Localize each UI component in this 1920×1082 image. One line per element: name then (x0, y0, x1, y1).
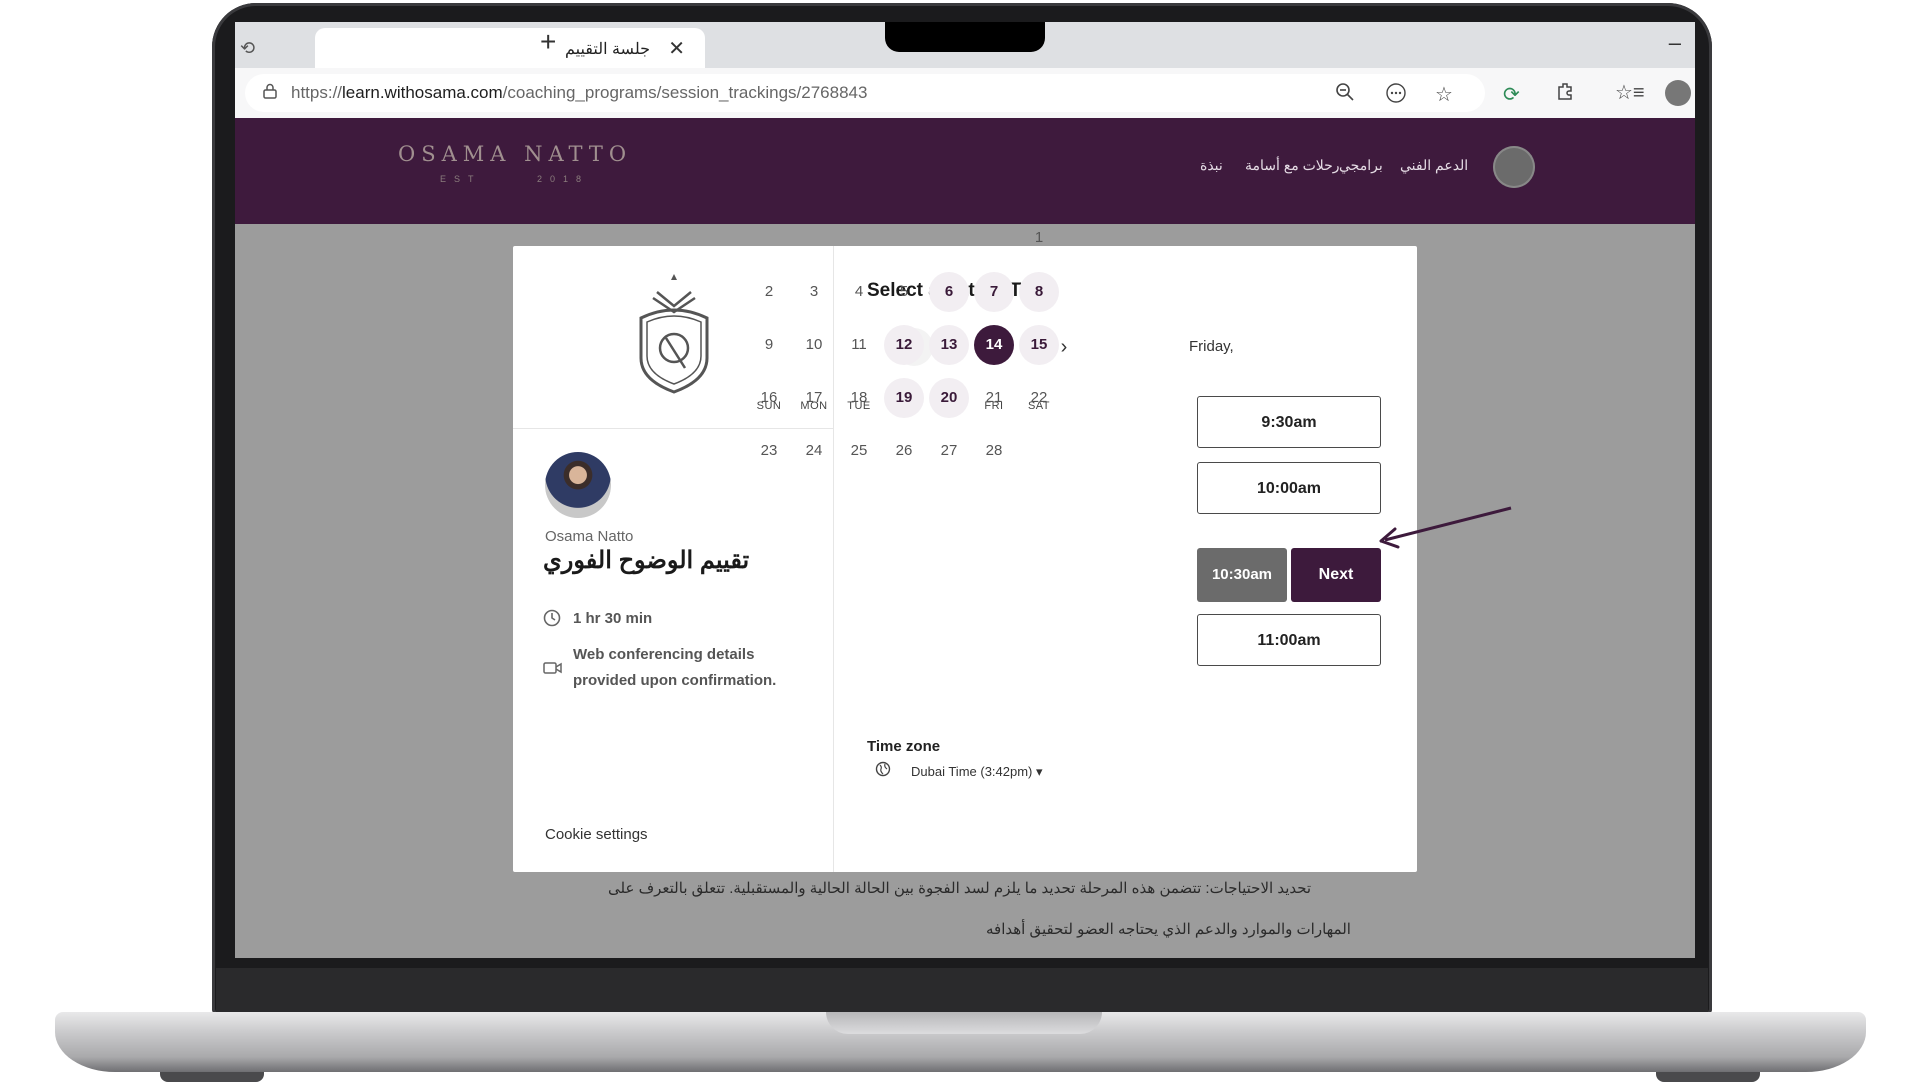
calendar-day-18: 18 (850, 389, 868, 406)
calendar-day-11: 11 (851, 336, 867, 353)
tab-close-icon[interactable]: ✕ (668, 36, 685, 61)
lock-icon[interactable] (263, 83, 277, 104)
url-path: /coaching_programs/session_trackings/276… (502, 83, 868, 102)
calendar-day-15[interactable]: 15 (1019, 325, 1059, 365)
calendar-day-25: 25 (850, 442, 868, 459)
time-slot-1000[interactable]: 10:00am (1197, 462, 1381, 514)
time-slot-1100[interactable]: 11:00am (1197, 614, 1381, 666)
background-text-line1: تحديد الاحتياجات: تتضمن هذه المرحلة تحدي… (608, 880, 1312, 897)
calendar-day-26: 26 (895, 442, 913, 459)
calendar-day-1: 1 (1034, 229, 1044, 246)
star-icon[interactable]: ☆ (1435, 82, 1453, 107)
event-duration: 1 hr 30 min (573, 610, 653, 627)
tab-title: جلسة التقييم (564, 41, 650, 58)
calendar-day-27: 27 (940, 442, 958, 459)
url-scheme: https:// (291, 83, 343, 102)
zoom-out-icon[interactable] (1335, 82, 1355, 108)
url-text: https://learn.withosama.com/coaching_pro… (291, 83, 867, 103)
calendar-day-9: 9 (764, 336, 774, 353)
site-header: OSAMA NATTO EST 2018 نبذة رحلات مع أسامة… (235, 118, 1695, 224)
nav-journeys[interactable]: رحلات مع أسامة (1245, 157, 1340, 174)
calendar-day-14[interactable]: 14 (974, 325, 1014, 365)
brand-logo[interactable]: OSAMA NATTO (398, 142, 632, 166)
url-host: learn.withosama.com (342, 83, 503, 102)
shield-logo-icon (639, 274, 709, 394)
selected-day-label: Friday, (1189, 338, 1234, 355)
calendar-day-28: 28 (985, 442, 1003, 459)
host-avatar (545, 452, 611, 518)
calendar-day-4: 4 (854, 283, 864, 300)
calendar-day-6[interactable]: 6 (929, 272, 969, 312)
profile-icon[interactable] (1665, 80, 1691, 106)
host-name: Osama Natto (545, 528, 634, 545)
background-text-line2: المهارات والموارد والدعم الذي يحتاجه الع… (986, 921, 1351, 938)
calendar-day-3: 3 (809, 283, 819, 300)
calendar-day-13[interactable]: 13 (929, 325, 969, 365)
next-button[interactable]: Next (1291, 548, 1381, 602)
event-title: تقييم الوضوح الفوري (543, 547, 750, 574)
calendar-day-20[interactable]: 20 (929, 378, 969, 418)
time-slot-930[interactable]: 9:30am (1197, 396, 1381, 448)
globe-icon (875, 761, 891, 782)
brand-est: EST (440, 174, 482, 184)
screen: ⟲ جلسة التقييم ✕ + – https://learn.witho… (235, 22, 1695, 958)
calendar-day-17: 17 (805, 389, 823, 406)
conferencing-line1: Web conferencing details (573, 646, 755, 663)
user-avatar[interactable] (1493, 146, 1535, 188)
timezone-select[interactable]: Dubai Time (3:42pm) ▾ (911, 764, 1043, 780)
nav-support[interactable]: الدعم الفني (1400, 157, 1468, 174)
laptop-foot-left (160, 1072, 264, 1082)
browser-tab[interactable]: ⟲ جلسة التقييم ✕ (240, 28, 705, 68)
sync-extension-icon[interactable]: ⟳ (1503, 82, 1520, 107)
calendar-day-23: 23 (760, 442, 778, 459)
brand-year: 2018 (537, 174, 590, 184)
scheduling-modal: Osama Natto تقييم الوضوح الفوري 1 hr 30 … (513, 229, 1417, 872)
clock-icon (543, 609, 561, 632)
camera-notch (885, 22, 1045, 52)
calendar-day-5: 5 (899, 283, 909, 300)
calendar-day-2: 2 (764, 283, 774, 300)
calendar-day-12[interactable]: 12 (884, 325, 924, 365)
video-icon (543, 660, 563, 681)
calendar-day-19[interactable]: 19 (884, 378, 924, 418)
tab-favicon-icon: ⟲ (240, 38, 256, 58)
nav-programs[interactable]: برامجي (1339, 157, 1383, 174)
laptop-base-groove (826, 1012, 1102, 1034)
new-tab-button[interactable]: + (540, 26, 556, 58)
calendar-day-10: 10 (805, 336, 823, 353)
extensions-icon[interactable] (1555, 81, 1575, 107)
calendar-day-16: 16 (760, 389, 778, 406)
calendar-day-8[interactable]: 8 (1019, 272, 1059, 312)
calendar-day-22: 22 (1030, 389, 1048, 406)
calendar-day-7[interactable]: 7 (974, 272, 1014, 312)
favorites-icon[interactable]: ☆≡ (1615, 80, 1645, 105)
cookie-settings-link[interactable]: Cookie settings (545, 826, 648, 843)
time-slot-1030-selected[interactable]: 10:30am (1197, 548, 1287, 602)
url-field[interactable]: https://learn.withosama.com/coaching_pro… (245, 74, 1485, 112)
calendar-day-21: 21 (985, 389, 1003, 406)
address-bar: https://learn.withosama.com/coaching_pro… (235, 68, 1695, 119)
conferencing-line2: provided upon confirmation. (573, 672, 777, 689)
nav-about[interactable]: نبذة (1200, 157, 1223, 174)
laptop-bezel-bottom (216, 968, 1708, 1014)
laptop-foot-right (1656, 1072, 1760, 1082)
calendar-day-24: 24 (805, 442, 823, 459)
minimize-button[interactable]: – (1669, 30, 1681, 56)
annotation-arrow-icon (1379, 506, 1512, 549)
more-icon[interactable] (1385, 82, 1407, 110)
timezone-label: Time zone (867, 738, 941, 755)
